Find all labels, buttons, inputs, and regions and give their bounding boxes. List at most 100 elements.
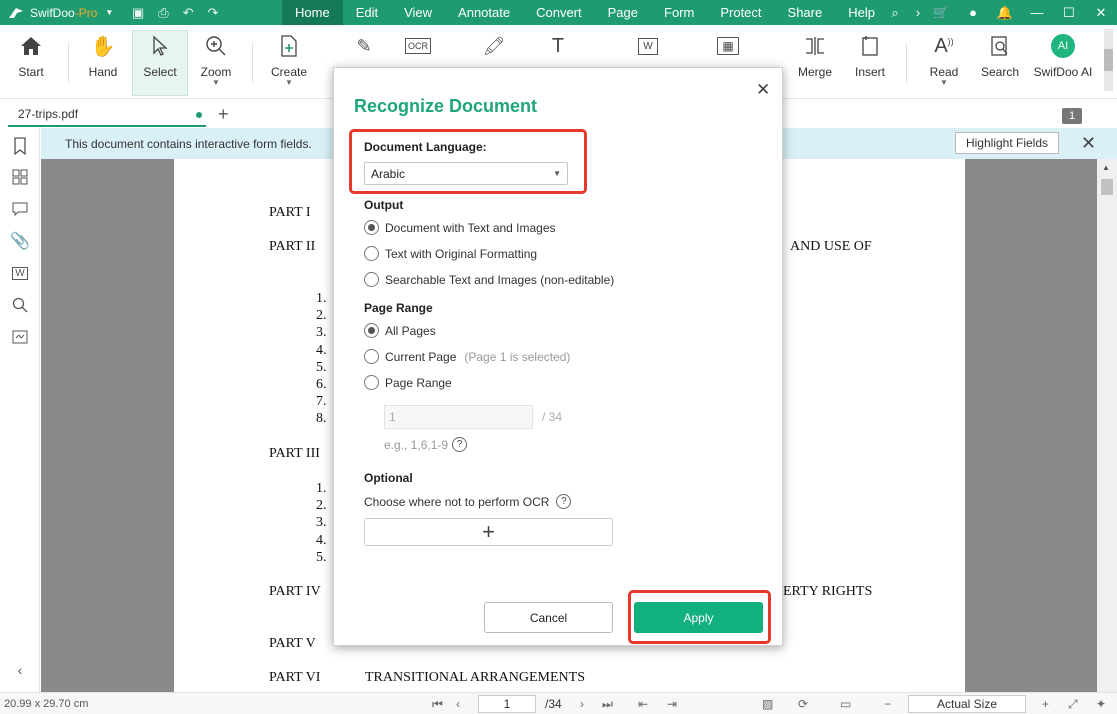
close-info-bar-icon[interactable]: ✕ bbox=[1081, 133, 1096, 154]
range-custom[interactable]: Page Range bbox=[364, 375, 452, 390]
plus-icon: + bbox=[482, 519, 495, 544]
menu-edit[interactable]: Edit bbox=[343, 0, 391, 25]
status-bar: 20.99 x 29.70 cm ⏮ ‹ 1 /34 › ⏭ ⇤ ⇥ ▨ ⟳ ▭… bbox=[0, 692, 1117, 714]
account-icon[interactable]: ● bbox=[957, 5, 989, 20]
minimize-button[interactable]: — bbox=[1021, 5, 1053, 20]
close-window-button[interactable]: ✕ bbox=[1085, 5, 1117, 21]
help-question-icon[interactable]: ? bbox=[556, 494, 572, 509]
doc-line-part3: PART III bbox=[269, 446, 320, 461]
pdf-to-word-button[interactable]: W bbox=[620, 31, 676, 61]
cart-icon[interactable]: 🛒 bbox=[925, 5, 957, 21]
ai-assistant-icon[interactable]: ✦ bbox=[1096, 697, 1106, 711]
page-size-text: 20.99 x 29.70 cm bbox=[4, 698, 89, 710]
menu-page[interactable]: Page bbox=[595, 0, 651, 25]
redo-icon[interactable]: ↷ bbox=[208, 5, 219, 21]
attachment-icon[interactable]: 📎 bbox=[10, 231, 30, 251]
document-language-select[interactable]: Arabic ▼ bbox=[364, 162, 568, 185]
menu-view[interactable]: View bbox=[391, 0, 445, 25]
single-page-icon[interactable]: ▭ bbox=[840, 697, 851, 711]
radio-empty-icon bbox=[364, 375, 379, 390]
create-label: Create bbox=[270, 65, 308, 79]
undo-icon[interactable]: ↶ bbox=[183, 5, 194, 21]
back-view-icon[interactable]: ⇤ bbox=[638, 697, 648, 711]
fit-width-icon[interactable]: ⤢ bbox=[1068, 697, 1078, 712]
ocr-button[interactable]: OCR bbox=[390, 31, 446, 61]
highlight-button[interactable]: 🖍 bbox=[466, 31, 522, 61]
search-menu-icon[interactable]: ⌕ bbox=[879, 5, 911, 21]
read-button[interactable]: A)) Read ▼ bbox=[916, 31, 972, 87]
page-number-input[interactable]: 1 bbox=[478, 695, 536, 713]
menu-form[interactable]: Form bbox=[651, 0, 707, 25]
document-scrollbar[interactable]: ▲ bbox=[1097, 159, 1117, 692]
new-tab-plus-icon[interactable]: + bbox=[218, 104, 229, 125]
close-dialog-icon[interactable]: ✕ bbox=[756, 80, 770, 100]
hand-tool-button[interactable]: ✋ Hand bbox=[75, 31, 131, 80]
cancel-button[interactable]: Cancel bbox=[484, 602, 613, 633]
output-option-text-images[interactable]: Document with Text and Images bbox=[364, 220, 556, 235]
scroll-thumb[interactable] bbox=[1101, 179, 1113, 195]
forward-view-icon[interactable]: ⇥ bbox=[667, 697, 677, 711]
last-page-icon[interactable]: ⏭ bbox=[602, 697, 613, 712]
save-icon[interactable]: ▣ bbox=[132, 5, 144, 21]
next-page-icon[interactable]: › bbox=[580, 697, 584, 711]
zoom-button[interactable]: Zoom ▼ bbox=[188, 31, 244, 87]
output-option-original-formatting[interactable]: Text with Original Formatting bbox=[364, 246, 537, 261]
zoom-in-icon[interactable]: + bbox=[1042, 697, 1049, 711]
app-logo[interactable]: SwifDoo -Pro ▼ bbox=[0, 6, 122, 20]
swifdoo-ai-button[interactable]: AI SwifDoo AI bbox=[1030, 31, 1096, 79]
bookmark-icon[interactable] bbox=[10, 136, 30, 156]
apply-button[interactable]: Apply bbox=[634, 602, 763, 633]
maximize-button[interactable]: ☐ bbox=[1053, 5, 1085, 21]
notification-bell-icon[interactable]: 🔔 bbox=[989, 5, 1021, 21]
thumbnails-icon[interactable] bbox=[10, 167, 30, 187]
search-button[interactable]: Search bbox=[972, 31, 1028, 79]
pdf-to-image-button[interactable]: ▦ bbox=[700, 31, 756, 61]
range-all-pages[interactable]: All Pages bbox=[364, 323, 436, 338]
add-exclude-area-button[interactable]: + bbox=[364, 518, 613, 546]
doc-line-part1: PART I bbox=[269, 205, 311, 220]
unsaved-dot-icon bbox=[196, 112, 202, 118]
merge-button[interactable]: Merge bbox=[787, 31, 843, 79]
highlight-fields-button[interactable]: Highlight Fields bbox=[955, 132, 1059, 154]
signature-icon[interactable] bbox=[10, 327, 30, 347]
print-icon[interactable]: ⎙ bbox=[158, 5, 168, 21]
range-current-page[interactable]: Current Page (Page 1 is selected) bbox=[364, 349, 570, 364]
start-button[interactable]: Start bbox=[3, 31, 59, 79]
search-document-icon bbox=[991, 36, 1008, 56]
zoom-out-icon[interactable]: − bbox=[884, 697, 891, 711]
output-option-searchable[interactable]: Searchable Text and Images (non-editable… bbox=[364, 272, 614, 287]
page-layout-icon[interactable]: ▨ bbox=[762, 697, 773, 711]
edit-all-button[interactable]: ✎ bbox=[336, 31, 392, 61]
app-menu-dropdown-icon[interactable]: ▼ bbox=[105, 8, 113, 17]
hand-label: Hand bbox=[88, 65, 118, 79]
menu-home[interactable]: Home bbox=[282, 0, 343, 25]
first-page-icon[interactable]: ⏮ bbox=[432, 697, 443, 712]
list-item: 2. bbox=[316, 498, 327, 513]
text-button[interactable]: T bbox=[530, 31, 586, 61]
search-icon[interactable] bbox=[10, 295, 30, 315]
comments-icon[interactable] bbox=[10, 199, 30, 219]
zoom-level-select[interactable]: Actual Size bbox=[908, 695, 1026, 713]
page-range-input[interactable]: 1 bbox=[384, 405, 533, 429]
menu-annotate[interactable]: Annotate bbox=[445, 0, 523, 25]
create-button[interactable]: Create ▼ bbox=[261, 31, 317, 87]
app-name: SwifDoo bbox=[30, 5, 75, 20]
insert-button[interactable]: Insert bbox=[842, 31, 898, 79]
prev-page-icon[interactable]: ‹ bbox=[456, 697, 460, 711]
toolbar-scrollbar[interactable] bbox=[1104, 29, 1113, 91]
word-icon[interactable]: W bbox=[10, 263, 30, 283]
more-chevron-icon[interactable]: › bbox=[911, 5, 925, 20]
merge-icon bbox=[806, 37, 824, 55]
radio-empty-icon bbox=[364, 246, 379, 261]
document-language-label: Document Language: bbox=[364, 140, 487, 154]
output-option-label: Document with Text and Images bbox=[385, 220, 556, 235]
rotate-icon[interactable]: ⟳ bbox=[798, 697, 808, 711]
help-question-icon[interactable]: ? bbox=[452, 437, 468, 452]
menu-protect[interactable]: Protect bbox=[707, 0, 774, 25]
scroll-up-icon[interactable]: ▲ bbox=[1102, 163, 1110, 172]
menu-convert[interactable]: Convert bbox=[523, 0, 595, 25]
document-tab[interactable]: 27-trips.pdf bbox=[8, 103, 206, 127]
menu-share[interactable]: Share bbox=[775, 0, 836, 25]
collapse-sidebar-icon[interactable]: ‹ bbox=[10, 660, 30, 680]
select-tool-button[interactable]: Select bbox=[132, 30, 188, 96]
